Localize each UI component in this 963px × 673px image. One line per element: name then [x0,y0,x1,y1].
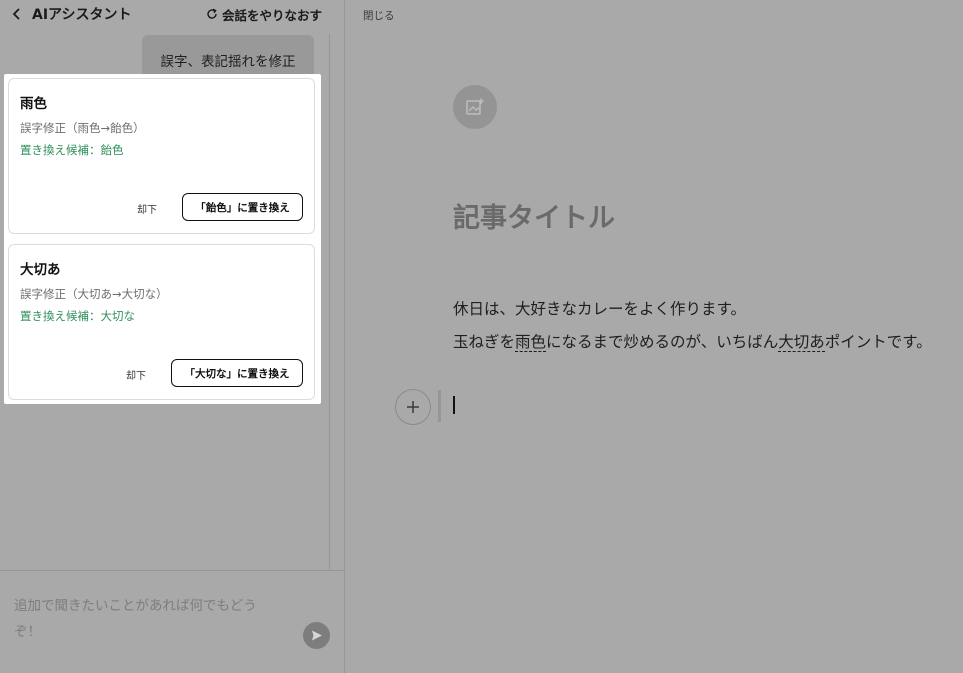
paragraph-text: ポイントです。 [824,333,932,351]
suggestion-card: 大切あ 誤字修正（大切あ→大切な） 置き換え候補：大切な 却下 「大切な」に置き… [8,244,315,400]
assistant-title: AIアシスタント [32,7,132,23]
suggestion-card: 雨色 誤字修正（雨色→飴色） 置き換え候補：飴色 却下 「飴色」に置き換え [8,78,315,234]
assistant-panel: AIアシスタント 会話をやりなおす 誤字、表記揺れを修正 雨色 誤字修正（雨色→… [0,0,344,673]
paragraph-text: 玉ねぎを [453,333,516,351]
replace-button[interactable]: 「大切な」に置き換え [171,359,303,387]
suggestion-word: 雨色 [20,96,47,112]
replace-button[interactable]: 「飴色」に置き換え [182,193,303,221]
add-image-button[interactable] [453,85,497,129]
reject-button[interactable]: 却下 [137,201,157,216]
send-button[interactable] [303,622,330,649]
assistant-header: AIアシスタント 会話をやりなおす [0,0,344,28]
chat-input[interactable]: 追加で聞きたいことがあれば何でもどう ぞ！ [14,593,284,645]
suggestion-description: 誤字修正（大切あ→大切な） [20,287,168,301]
paragraph-text: になるまで炒めるのが、いちばん [546,333,779,351]
article-title[interactable]: 記事タイトル [453,196,615,235]
suggestion-candidate: 置き換え候補：大切な [20,309,135,323]
block-handle[interactable] [438,390,441,422]
typo-highlight[interactable]: 大切あ [778,333,825,352]
chat-input-placeholder-line2: ぞ！ [14,624,41,640]
suggestion-description: 誤字修正（雨色→飴色） [20,121,145,135]
suggestion-list: 雨色 誤字修正（雨色→飴色） 置き換え候補：飴色 却下 「飴色」に置き換え 大切… [4,74,321,404]
chat-scrollbar[interactable] [329,34,344,570]
chat-input-placeholder-line1: 追加で聞きたいことがあれば何でもどう [14,598,257,614]
panel-divider [344,0,345,673]
close-button[interactable]: 閉じる [363,8,395,23]
typo-highlight[interactable]: 雨色 [515,333,547,352]
restart-conversation-button[interactable]: 会話をやりなおす [206,4,322,24]
reject-button[interactable]: 却下 [126,367,146,382]
suggestion-candidate: 置き換え候補：飴色 [20,143,124,157]
add-block-button[interactable] [395,389,431,425]
restart-label: 会話をやりなおす [221,7,322,23]
text-caret [453,396,455,414]
paragraph[interactable]: 玉ねぎを雨色になるまで炒めるのが、いちばん大切あポイントです。 [453,330,932,352]
add-image-icon [466,98,484,115]
chevron-left-icon [12,8,20,20]
suggestion-word: 大切あ [20,262,61,278]
chat-input-area: 追加で聞きたいことがあれば何でもどう ぞ！ [0,570,344,673]
paragraph[interactable]: 休日は、大好きなカレーをよく作ります。 [453,297,746,319]
refresh-icon [207,8,217,19]
plus-icon [407,401,419,413]
back-button[interactable]: AIアシスタント [10,3,131,25]
send-icon [312,630,322,641]
